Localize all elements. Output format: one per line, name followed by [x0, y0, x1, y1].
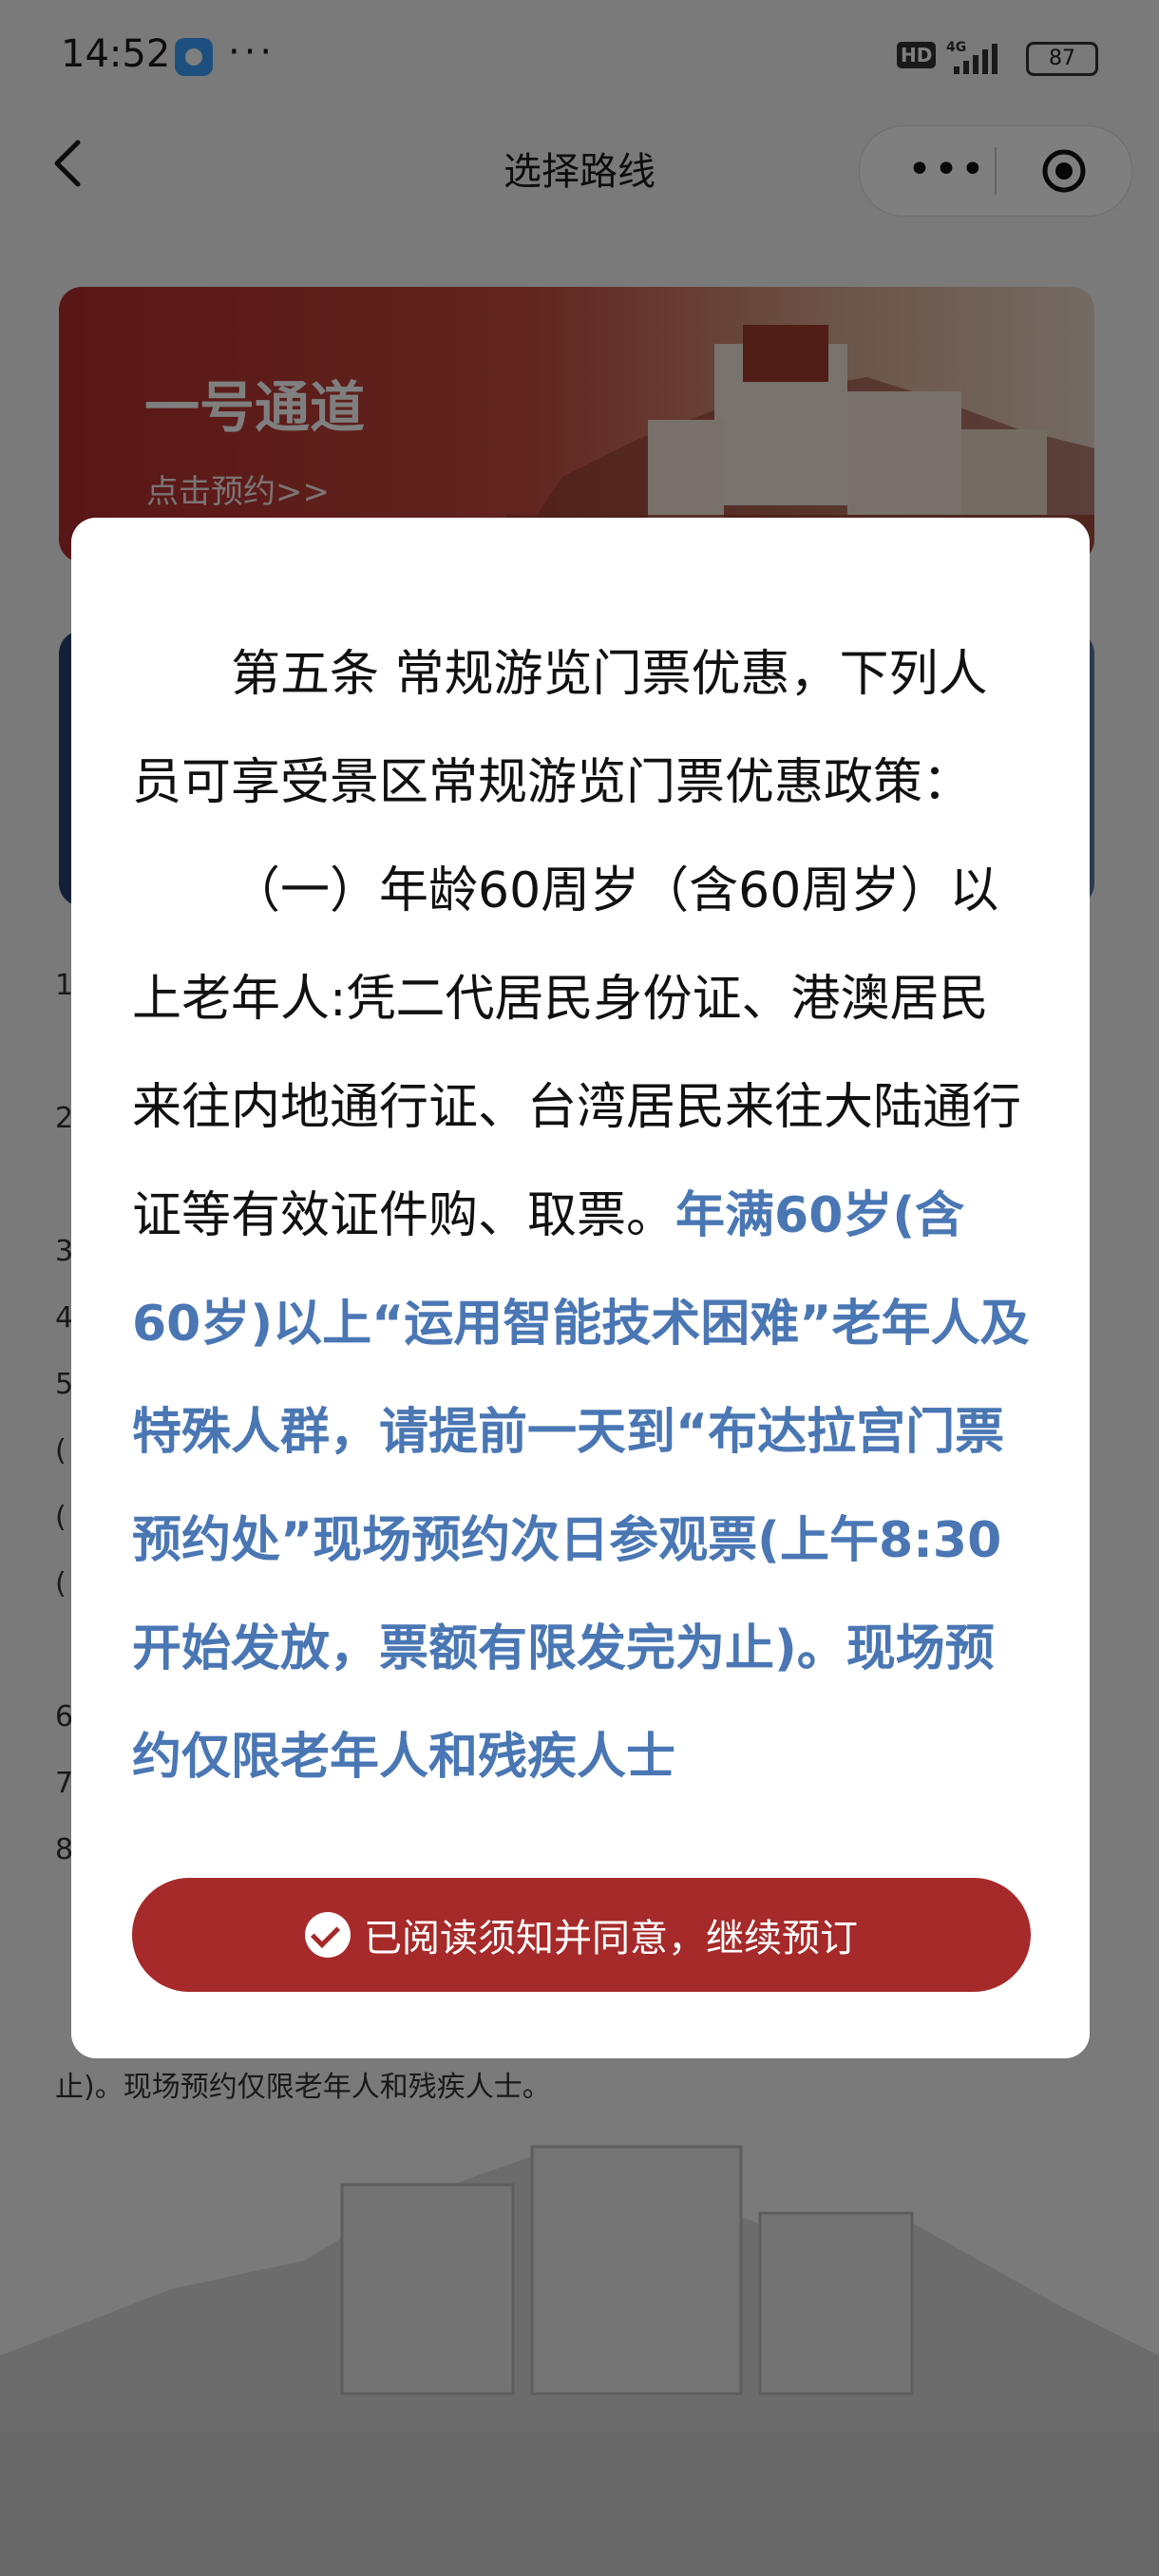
- check-circle-icon: [305, 1912, 351, 1958]
- notice-text: 第五条 常规游览门票优惠，下列人员可享受景区常规游览门票优惠政策： （一）年龄6…: [132, 620, 1031, 1811]
- notice-paragraph-1: 第五条 常规游览门票优惠，下列人员可享受景区常规游览门票优惠政策：: [132, 646, 988, 811]
- notice-dialog: 第五条 常规游览门票优惠，下列人员可享受景区常规游览门票优惠政策： （一）年龄6…: [71, 518, 1090, 2058]
- agree-button-label: 已阅读须知并同意，继续预订: [364, 1918, 858, 1960]
- notice-highlight-text: 年满60岁(含60岁)以上“运用智能技术困难”老年人及特殊人群，请提前一天到“布…: [132, 1187, 1030, 1786]
- page: 14:52 ··· HD 4G 87 选择路线 •••: [0, 0, 1159, 2576]
- agree-continue-button[interactable]: 已阅读须知并同意，继续预订: [132, 1878, 1031, 1992]
- notice-paragraph-2: （一）年龄60周岁（含60周岁）以上老年人:凭二代居民身份证、港澳居民来往内地通…: [132, 837, 1031, 1811]
